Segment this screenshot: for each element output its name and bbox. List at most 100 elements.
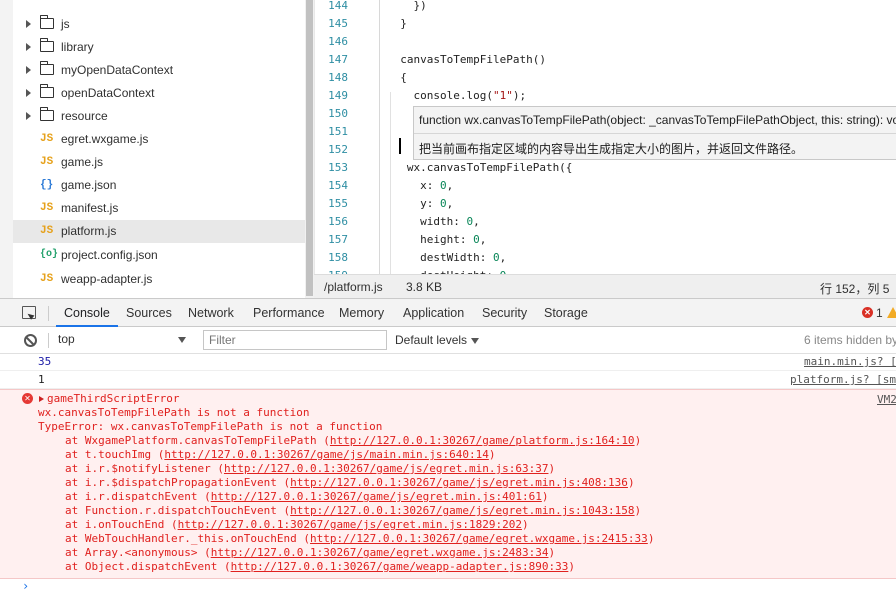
folder-icon [40,15,54,29]
clear-console-icon[interactable] [24,334,37,347]
code-line[interactable]: canvasToTempFilePath() [387,53,546,66]
stack-url-link[interactable]: http://127.0.0.1:30267/game/js/egret.min… [290,476,628,489]
context-value: top [58,332,75,346]
code-line[interactable]: x: 0, [387,179,453,192]
filter-input[interactable] [203,330,387,350]
tree-file-weapp-adapter-js[interactable]: JS weapp-adapter.js [13,268,305,291]
stack-url-link[interactable]: http://127.0.0.1:30267/game/weapp-adapte… [231,560,569,573]
error-count[interactable]: 1 [876,306,883,320]
console-error-entry: ✕ gameThirdScriptError VM2 wx.canvasToTe… [0,389,896,579]
console-prompt[interactable]: › [22,579,29,592]
tab-memory[interactable]: Memory [339,299,384,327]
line-number: 151 [328,125,348,138]
inspect-element-icon[interactable] [22,306,36,319]
stack-function: at i.r.$notifyListener [65,462,211,475]
expand-arrow-icon[interactable] [26,89,31,97]
expand-arrow-icon[interactable] [26,112,31,120]
stack-url-link[interactable]: http://127.0.0.1:30267/game/js/egret.min… [290,504,634,517]
tab-security[interactable]: Security [482,299,527,327]
stack-function: at Function.r.dispatchTouchEvent [65,504,277,517]
code-line[interactable]: { [387,71,407,84]
tree-file-project-config-json[interactable]: {o} project.config.json [13,244,305,267]
code-line[interactable]: } [387,17,407,30]
scrollbar-thumb[interactable] [306,0,313,296]
paren: ) [568,560,575,573]
stack-url-link[interactable]: http://127.0.0.1:30267/game/egret.wxgame… [310,532,648,545]
tree-folder-resource[interactable]: resource [13,105,305,128]
indent-guide [379,0,380,274]
line-number: 147 [328,53,348,66]
tab-performance[interactable]: Performance [253,299,325,327]
stack-frame: at Array.<anonymous> (http://127.0.0.1:3… [65,546,555,559]
code-line[interactable]: console.log("1"); [387,89,526,102]
tree-file-manifest-js[interactable]: JS manifest.js [13,197,305,220]
stack-frame: at i.r.$notifyListener (http://127.0.0.1… [65,462,555,475]
tree-file-game-js[interactable]: JS game.js [13,151,305,174]
stack-function: at WxgamePlatform.canvasToTempFilePath [65,434,317,447]
expand-arrow-icon[interactable] [26,66,31,74]
code-line[interactable]: height: 0, [387,233,486,246]
tab-application[interactable]: Application [403,299,464,327]
stack-url-link[interactable]: http://127.0.0.1:30267/game/js/egret.min… [178,518,522,531]
stack-url-link[interactable]: http://127.0.0.1:30267/game/egret.wxgame… [211,546,549,559]
log-source-link[interactable]: main.min.js? [ [804,355,896,368]
stack-url-link[interactable]: http://127.0.0.1:30267/game/js/egret.min… [211,490,542,503]
line-number: 148 [328,71,348,84]
tree-item-label: library [61,40,94,54]
context-selector[interactable]: top [58,332,190,349]
tree-scrollbar[interactable] [305,0,314,298]
paren: ( [217,560,231,573]
code-line[interactable]: y: 0, [387,197,453,210]
tree-file-egret-wxgame-js[interactable]: JS egret.wxgame.js [13,128,305,151]
error-source-link[interactable]: VM2 [877,393,896,406]
status-cursor-position[interactable]: 行 152，列 5 [820,280,889,297]
code-line[interactable]: wx.canvasToTempFilePath({ [387,161,573,174]
tab-storage[interactable]: Storage [544,299,588,327]
stack-url-link[interactable]: http://127.0.0.1:30267/game/js/egret.min… [224,462,549,475]
error-count-icon[interactable]: ✕ [862,307,873,318]
toolbar-divider [48,306,49,321]
paren: ) [647,532,655,545]
stack-url-link[interactable]: http://127.0.0.1:30267/game/js/main.min.… [164,448,489,461]
tree-folder-opendatacontext[interactable]: openDataContext [13,82,305,105]
log-source-link[interactable]: platform.js? [sm [790,373,896,386]
folder-icon [40,61,54,75]
code-editor[interactable]: 144 }) 145 } 146 147 canvasToTempFilePath()… [314,0,896,274]
stack-function: at Array.<anonymous> [65,546,198,559]
tab-console[interactable]: Console [56,299,118,327]
stack-function: at t.touchImg [65,448,152,461]
code-line[interactable]: }) [387,0,426,12]
tree-folder-library[interactable]: library [13,36,305,59]
config-file-icon: {o} [40,249,59,260]
console-output[interactable]: 35 main.min.js? [ 1 platform.js? [sm ✕ g… [0,354,896,592]
stack-url-link[interactable]: http://127.0.0.1:30267/game/platform.js:… [330,434,635,447]
stack-function: at i.r.$dispatchPropagationEvent [65,476,277,489]
paren: ( [316,434,330,447]
tab-sources[interactable]: Sources [126,299,172,327]
devtools-tab-bar: Console Sources Network Performance Memo… [0,298,896,327]
expand-arrow-icon[interactable] [26,20,31,28]
line-number: 145 [328,17,348,30]
paren: ( [296,532,311,545]
error-name[interactable]: gameThirdScriptError [47,392,179,405]
tab-network[interactable]: Network [188,299,234,327]
code-line[interactable]: width: 0, [387,215,480,228]
tree-item-label: project.config.json [61,248,158,262]
tree-file-platform-js[interactable]: JS platform.js [13,220,305,243]
expand-triangle-icon[interactable] [39,396,44,402]
warning-icon[interactable] [887,307,896,318]
log-levels-dropdown[interactable]: Default levels [395,333,480,347]
folder-icon [40,107,54,121]
tree-folder-js[interactable]: js [13,13,305,36]
paren: ( [276,476,291,489]
expand-arrow-icon[interactable] [26,43,31,51]
stack-function: at WebTouchHandler._this.onTouchEnd [65,532,297,545]
stack-function: at Object.dispatchEvent [65,560,218,573]
tree-file-game-json[interactable]: {} game.json [13,174,305,197]
tree-item-label: openDataContext [61,86,155,100]
file-tree: js library myOpenDataContext openDataCon… [0,0,314,298]
tree-folder-myopendatacontext[interactable]: myOpenDataContext [13,59,305,82]
code-line[interactable]: destWidth: 0, [387,251,506,264]
line-number: 154 [328,179,348,192]
stack-frame: at i.r.dispatchEvent (http://127.0.0.1:3… [65,490,548,503]
